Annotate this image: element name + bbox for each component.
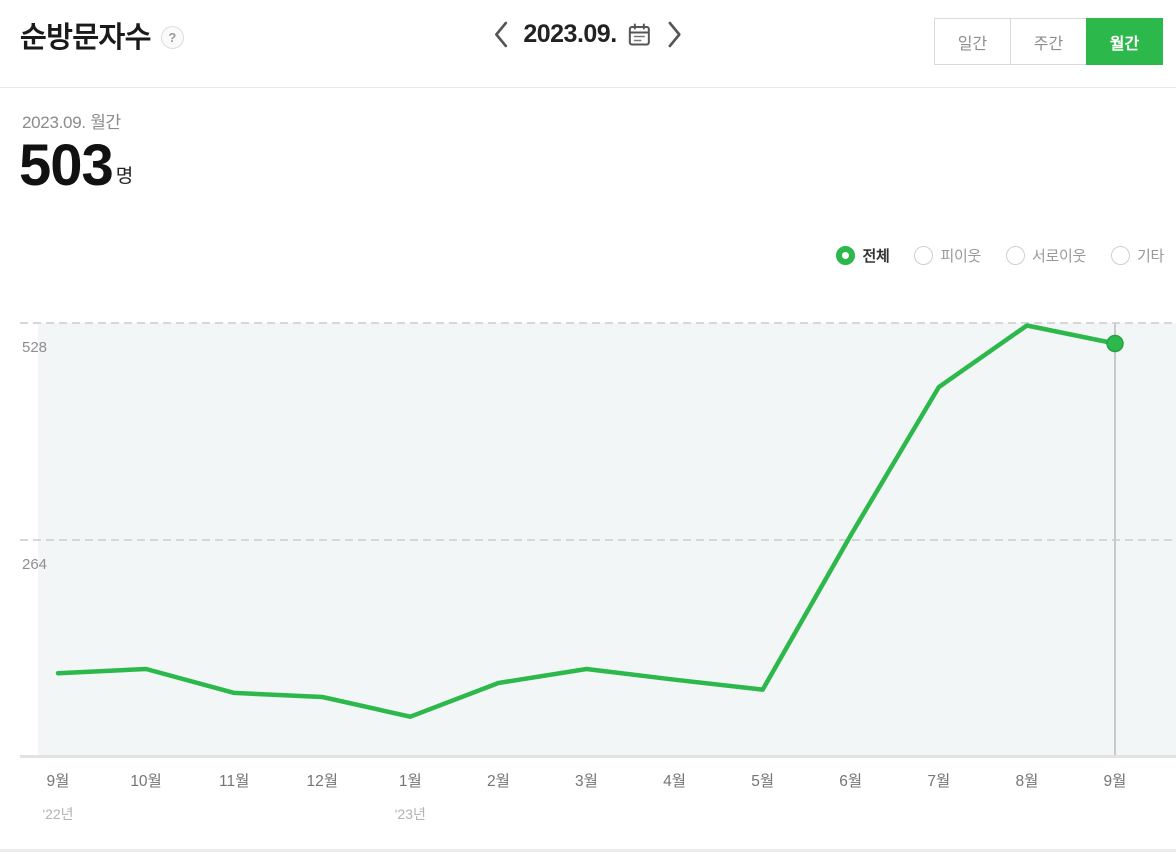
radio-unselected-icon	[1005, 246, 1025, 265]
chevron-right-icon	[667, 20, 684, 49]
prev-period-button[interactable]	[492, 20, 509, 49]
header-divider	[0, 87, 1176, 88]
period-weekly-button[interactable]: 주간	[1010, 18, 1087, 65]
help-icon[interactable]: ?	[160, 25, 184, 49]
date-nav: 2023.09.	[492, 20, 683, 49]
x-tick-label-month: 2월	[487, 772, 510, 790]
summary-period-label: 2023.09. 월간	[22, 113, 121, 132]
last-data-point-dot[interactable]	[1106, 334, 1124, 353]
legend-label: 피이웃	[940, 248, 981, 265]
y-tick-label: 264	[22, 556, 47, 573]
legend-label: 전체	[862, 248, 890, 265]
period-daily-button[interactable]: 일간	[934, 18, 1011, 65]
x-tick-label-month: 5월	[751, 772, 774, 790]
summary-value: 503	[19, 133, 114, 198]
legend-label: 기타	[1136, 248, 1164, 265]
summary-block: 2023.09. 월간 503 명	[19, 108, 134, 198]
legend-option-mutual-neighbor[interactable]: 서로이웃	[1005, 245, 1086, 266]
calendar-icon[interactable]	[627, 22, 653, 48]
next-period-button[interactable]	[667, 20, 684, 49]
x-tick-label-year: '23년	[395, 806, 426, 822]
page-title: 순방문자수	[20, 22, 151, 54]
radio-unselected-icon	[1110, 246, 1130, 265]
x-tick-label-month: 4월	[663, 772, 686, 790]
x-tick-label-month: 9월	[47, 772, 70, 790]
x-tick-label-month: 10월	[130, 772, 162, 790]
date-label: 2023.09.	[523, 20, 617, 48]
period-monthly-button[interactable]: 월간	[1086, 18, 1163, 65]
x-tick-label-month: 9월	[1104, 772, 1127, 790]
x-tick-label-month: 8월	[1015, 772, 1038, 790]
radio-unselected-icon	[914, 246, 934, 265]
bottom-divider	[0, 849, 1176, 852]
x-tick-label-month: 11월	[219, 772, 249, 790]
series-legend: 전체 피이웃 서로이웃 기타	[836, 245, 1164, 266]
x-tick-label-year: '22년	[42, 806, 73, 822]
y-tick-label: 528	[22, 339, 47, 356]
period-toggle-group: 일간 주간 월간	[934, 18, 1163, 65]
x-tick-label-month: 12월	[306, 772, 338, 790]
visitors-line-chart: 528 264 9월 10월 11월 12월 1월 2월 3월 4월 5월 6월 7월 8월 9월 '22년 '…	[0, 300, 1176, 854]
legend-option-all[interactable]: 전체	[836, 245, 890, 266]
chevron-left-icon	[492, 20, 509, 49]
x-tick-label-month: 3월	[575, 772, 598, 790]
x-tick-label-month: 6월	[839, 772, 862, 790]
summary-unit: 명	[115, 166, 134, 187]
legend-option-one-way-neighbor[interactable]: 피이웃	[914, 245, 981, 266]
x-tick-label-month: 1월	[399, 772, 422, 790]
legend-label: 서로이웃	[1031, 248, 1086, 265]
top-toolbar: 순방문자수 ? 2023.09. 일간 주간 월간	[0, 0, 1176, 88]
x-axis-line	[20, 755, 1176, 758]
radio-selected-icon	[836, 246, 856, 265]
legend-option-etc[interactable]: 기타	[1110, 245, 1164, 266]
x-tick-label-month: 7월	[927, 772, 950, 790]
